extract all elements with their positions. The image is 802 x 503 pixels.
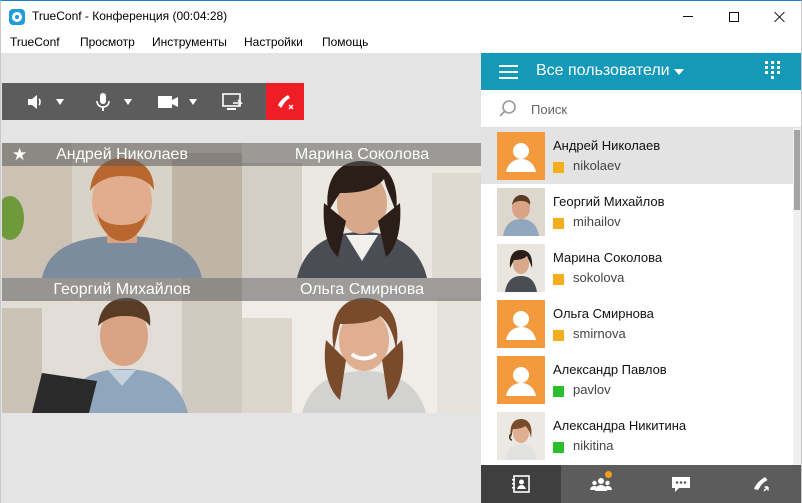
list-item[interactable]: Андрей Николаев nikolaev	[481, 128, 793, 184]
participant-name-label: Ольга Смирнова	[242, 278, 482, 301]
list-item[interactable]: Александр Павлов pavlov	[481, 352, 793, 408]
camera-dropdown-icon[interactable]	[189, 98, 197, 105]
hangup-icon	[278, 94, 294, 109]
microphone-dropdown-icon[interactable]	[124, 98, 132, 105]
speaker-dropdown-icon[interactable]	[56, 98, 64, 105]
contact-login: nikolaev	[573, 158, 621, 173]
speaker-button[interactable]	[20, 83, 70, 120]
camera-icon	[158, 95, 178, 108]
contact-name: Александра Никитина	[553, 418, 687, 433]
avatar	[497, 356, 545, 404]
participant-name-label: Марина Соколова	[242, 143, 482, 166]
contacts-icon	[512, 475, 530, 493]
contact-name: Георгий Михайлов	[553, 194, 665, 209]
contact-list: Андрей Николаев nikolaev Георгий Михайло…	[481, 128, 801, 465]
status-indicator	[553, 218, 564, 229]
media-toolbar	[2, 83, 304, 120]
window-title: TrueConf - Конференция (00:04:28)	[32, 9, 228, 23]
minimize-button[interactable]	[665, 1, 711, 32]
avatar	[497, 412, 545, 460]
video-tile[interactable]: ★ Андрей Николаев	[2, 143, 242, 278]
avatar	[497, 300, 545, 348]
panel-header: Все пользователи	[481, 53, 801, 90]
call-history-icon	[754, 477, 769, 492]
contact-login: smirnova	[573, 326, 626, 341]
status-indicator	[553, 274, 564, 285]
list-item[interactable]: Ольга Смирнова smirnova	[481, 296, 793, 352]
hamburger-menu-icon[interactable]	[499, 65, 518, 79]
menu-view[interactable]: Просмотр	[80, 35, 135, 49]
search-input[interactable]	[531, 98, 771, 120]
close-icon	[774, 11, 786, 23]
chevron-down-icon[interactable]	[674, 69, 684, 75]
video-grid: ★ Андрей Николаев Марина Соколова Георги…	[2, 143, 482, 413]
microphone-icon	[96, 92, 110, 111]
video-tile[interactable]: Георгий Михайлов	[2, 278, 242, 413]
video-tile[interactable]: Ольга Смирнова	[242, 278, 482, 413]
menu-bar: TrueConf Просмотр Инструменты Настройки …	[0, 32, 802, 53]
microphone-button[interactable]	[88, 83, 138, 120]
avatar	[497, 244, 545, 292]
participant-name-label: ★ Андрей Николаев	[2, 143, 242, 166]
camera-button[interactable]	[152, 83, 202, 120]
hangup-button[interactable]	[266, 83, 304, 120]
avatar	[497, 132, 545, 180]
users-panel: Все пользователи Андрей Николаев nikolae…	[481, 53, 802, 503]
status-indicator	[553, 442, 564, 453]
contact-name: Ольга Смирнова	[553, 306, 654, 321]
contact-name: Марина Соколова	[553, 250, 663, 265]
title-bar: TrueConf - Конференция (00:04:28)	[0, 0, 802, 32]
notification-badge	[605, 471, 612, 478]
panel-bottom-tabs	[481, 465, 801, 503]
participant-name: Андрей Николаев	[56, 146, 188, 163]
contact-name: Александр Павлов	[553, 362, 667, 377]
status-indicator	[553, 330, 564, 341]
dialpad-icon[interactable]	[765, 61, 781, 81]
contact-name: Андрей Николаев	[553, 138, 661, 153]
tab-groups[interactable]	[561, 465, 641, 503]
status-indicator	[553, 386, 564, 397]
contact-login: pavlov	[573, 382, 611, 397]
chat-icon	[672, 477, 690, 492]
tab-call-history[interactable]	[721, 465, 801, 503]
screen-share-button[interactable]	[216, 83, 250, 120]
menu-trueconf[interactable]: TrueConf	[10, 35, 60, 49]
participant-name: Георгий Михайлов	[53, 281, 191, 298]
scrollbar-thumb[interactable]	[794, 130, 800, 210]
participant-name: Ольга Смирнова	[299, 281, 425, 298]
avatar	[497, 188, 545, 236]
conference-stage: ★ Андрей Николаев Марина Соколова Георги…	[0, 53, 482, 503]
status-indicator	[553, 162, 564, 173]
participant-name-label: Георгий Михайлов	[2, 278, 242, 301]
maximize-icon	[729, 11, 739, 22]
participant-name: Марина Соколова	[294, 146, 430, 163]
menu-settings[interactable]: Настройки	[244, 35, 303, 49]
screen-share-icon	[222, 92, 243, 110]
contact-login: sokolova	[573, 270, 625, 285]
list-item[interactable]: Марина Соколова sokolova	[481, 240, 793, 296]
minimize-icon	[683, 16, 693, 17]
search-icon	[499, 100, 516, 117]
menu-tools[interactable]: Инструменты	[152, 35, 227, 49]
list-item[interactable]: Георгий Михайлов mihailov	[481, 184, 793, 240]
menu-help[interactable]: Помощь	[322, 35, 368, 49]
star-icon: ★	[12, 145, 28, 164]
tab-chat[interactable]	[641, 465, 721, 503]
panel-title[interactable]: Все пользователи	[536, 62, 670, 80]
close-button[interactable]	[757, 1, 802, 32]
contact-login: nikitina	[573, 438, 614, 453]
search-bar	[481, 90, 801, 128]
speaker-icon	[28, 94, 41, 109]
maximize-button[interactable]	[711, 1, 757, 32]
trueconf-logo-icon	[9, 9, 25, 25]
scrollbar[interactable]	[793, 128, 801, 465]
video-tile[interactable]: Марина Соколова	[242, 143, 482, 278]
contact-login: mihailov	[573, 214, 621, 229]
tab-contacts[interactable]	[481, 465, 561, 503]
list-item[interactable]: Александра Никитина nikitina	[481, 408, 793, 464]
